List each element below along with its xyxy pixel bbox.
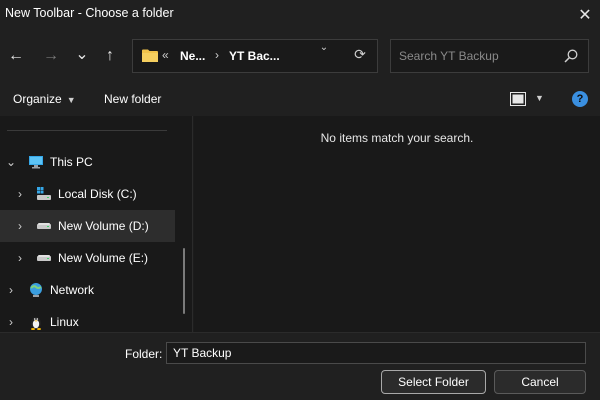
window-title: New Toolbar - Choose a folder xyxy=(5,6,174,20)
title-bar: New Toolbar - Choose a folder ✕ xyxy=(0,0,600,30)
select-folder-button[interactable]: Select Folder xyxy=(381,370,486,394)
folder-icon xyxy=(142,49,158,62)
view-options-dropdown-icon[interactable]: ▼ xyxy=(535,93,544,103)
network-icon xyxy=(30,283,42,297)
tree-item-label: New Volume (E:) xyxy=(58,251,149,265)
breadcrumb-segment[interactable]: YT Bac... xyxy=(229,49,280,63)
chevron-right-icon[interactable]: › xyxy=(14,187,26,201)
folder-name-input[interactable] xyxy=(166,342,586,364)
search-icon xyxy=(564,49,578,63)
empty-state-message: No items match your search. xyxy=(320,131,474,145)
tree-item-label: Local Disk (C:) xyxy=(58,187,137,201)
organize-menu[interactable]: Organize ▼ xyxy=(13,92,76,106)
chevron-right-icon[interactable]: › xyxy=(5,315,17,329)
system-drive-icon xyxy=(37,187,51,200)
breadcrumb-chevron-icon[interactable]: › xyxy=(215,48,219,62)
tree-item-network[interactable]: › Network xyxy=(0,274,175,306)
view-options-icon[interactable] xyxy=(510,92,526,106)
tree-item-label: Linux xyxy=(50,315,79,329)
tree-item-new-volume-d[interactable]: › New Volume (D:) xyxy=(0,210,175,242)
back-button[interactable]: ← xyxy=(5,45,27,67)
forward-arrow-icon: → xyxy=(43,47,59,64)
refresh-button[interactable]: ⟳ xyxy=(353,45,367,62)
address-bar[interactable]: « Ne... › YT Bac... xyxy=(132,39,378,73)
tree-item-new-volume-e[interactable]: › New Volume (E:) xyxy=(0,242,175,274)
chevron-down-icon: ⌄ xyxy=(319,41,329,53)
cancel-button[interactable]: Cancel xyxy=(494,370,586,394)
forward-button[interactable]: → xyxy=(40,45,62,67)
organize-label: Organize xyxy=(13,92,62,106)
dialog-footer: Folder: Select Folder Cancel xyxy=(0,332,600,400)
back-arrow-icon: ← xyxy=(8,47,24,64)
tree-item-local-disk-c[interactable]: › Local Disk (C:) xyxy=(0,178,175,210)
close-button[interactable]: ✕ xyxy=(570,0,600,30)
file-list-area[interactable]: No items match your search. xyxy=(194,116,600,332)
chevron-down-icon: ⌄ xyxy=(75,46,89,63)
tree-item-label: This PC xyxy=(50,155,93,169)
up-arrow-icon: ↑ xyxy=(106,47,114,64)
tree-item-linux[interactable]: › Linux xyxy=(0,306,175,332)
breadcrumb-segment[interactable]: Ne... xyxy=(180,49,205,63)
recent-locations-button[interactable]: ⌄ xyxy=(71,43,93,65)
tree-item-this-pc[interactable]: ⌄ This PC xyxy=(0,146,175,178)
folder-label: Folder: xyxy=(125,347,163,361)
new-folder-button[interactable]: New folder xyxy=(104,92,161,106)
scrollbar[interactable] xyxy=(183,248,185,314)
chevron-right-icon[interactable]: › xyxy=(14,251,26,265)
refresh-icon: ⟳ xyxy=(354,45,366,62)
search-box[interactable]: Search YT Backup xyxy=(390,39,589,73)
help-icon[interactable]: ? xyxy=(572,91,588,107)
chevron-down-icon[interactable]: ⌄ xyxy=(5,155,17,169)
divider xyxy=(7,130,167,131)
chevron-right-icon[interactable]: › xyxy=(14,219,26,233)
close-icon: ✕ xyxy=(578,7,592,24)
up-button[interactable]: ↑ xyxy=(99,45,121,67)
computer-icon xyxy=(29,156,43,169)
drive-icon xyxy=(37,223,51,229)
search-input[interactable]: Search YT Backup xyxy=(399,49,499,63)
linux-penguin-icon xyxy=(31,317,41,330)
tree-item-label: Network xyxy=(50,283,95,297)
address-dropdown-button[interactable]: ⌄ xyxy=(317,40,331,54)
navigation-bar: ← → ⌄ ↑ « Ne... › YT Bac... ⌄ ⟳ Search Y… xyxy=(0,30,600,80)
chevron-right-icon[interactable]: › xyxy=(5,283,17,297)
caret-down-icon: ▼ xyxy=(66,95,76,105)
navigation-pane[interactable]: ⌄ This PC › Local Disk (C:) › New Volume… xyxy=(0,116,193,332)
help-glyph: ? xyxy=(576,93,584,105)
overflow-chevron-icon[interactable]: « xyxy=(162,48,169,62)
drive-icon xyxy=(37,255,51,261)
tree-item-label: New Volume (D:) xyxy=(58,219,149,233)
